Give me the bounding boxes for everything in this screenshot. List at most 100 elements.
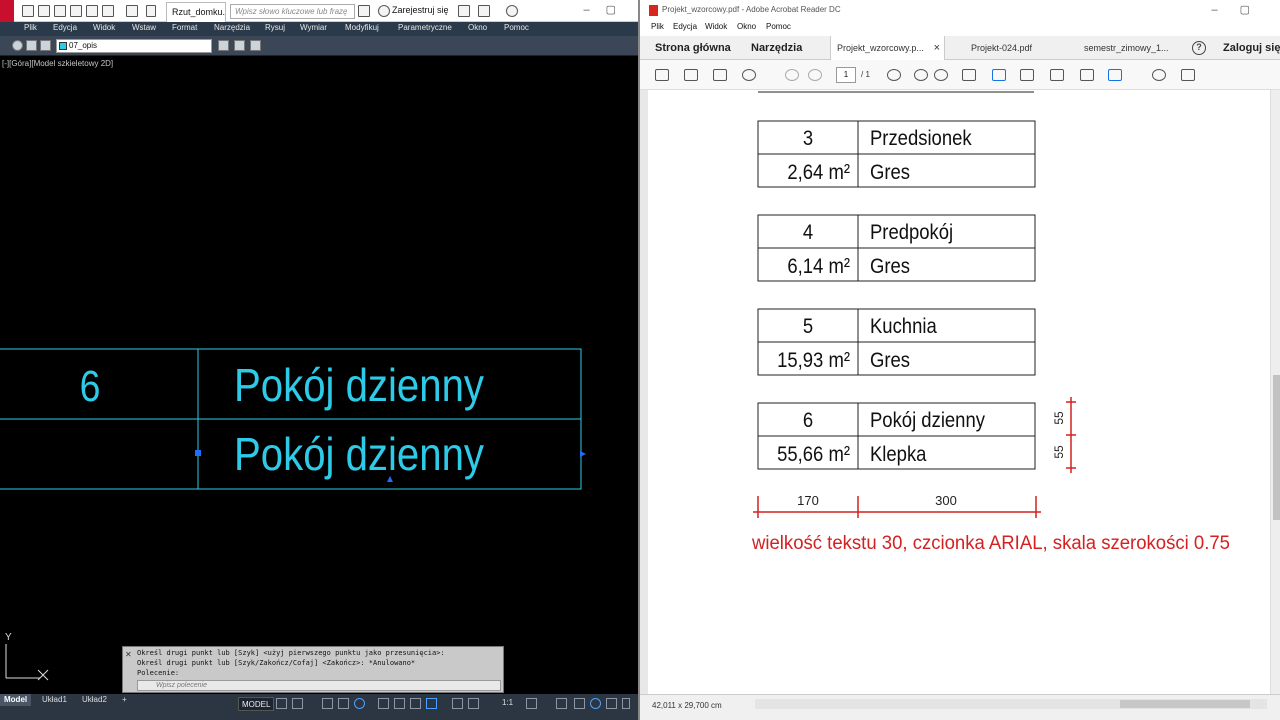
close-icon[interactable]: ✕ xyxy=(125,650,132,659)
horizontal-scrollbar[interactable] xyxy=(755,699,1267,709)
menu-okno[interactable]: Okno xyxy=(737,22,756,31)
layer-properties-icon[interactable] xyxy=(218,40,229,51)
cad-room-name[interactable]: Pokój dzienny xyxy=(234,359,484,411)
model-space-canvas[interactable]: 6 Pokój dzienny Pokój dzienny xyxy=(0,56,638,694)
customize-icon[interactable] xyxy=(622,698,630,709)
tab-tools[interactable]: Narzędzia xyxy=(751,36,802,60)
hardware-accel-icon[interactable] xyxy=(590,698,601,709)
a360-icon[interactable] xyxy=(478,5,490,17)
layer-on-icon[interactable] xyxy=(12,40,23,51)
prev-page-icon[interactable] xyxy=(785,69,799,81)
next-page-icon[interactable] xyxy=(808,69,822,81)
tab-document-3[interactable]: semestr_zimowy_1... xyxy=(1084,36,1169,60)
scroll-mode-icon[interactable] xyxy=(1020,69,1034,81)
open-file-icon[interactable] xyxy=(38,5,50,17)
search-icon[interactable] xyxy=(742,69,756,81)
vertical-scrollbar[interactable] xyxy=(1270,90,1280,694)
help-icon[interactable] xyxy=(506,5,518,17)
menu-wstaw[interactable]: Wstaw xyxy=(132,23,156,32)
menu-widok[interactable]: Widok xyxy=(705,22,727,31)
grip-left[interactable] xyxy=(195,450,201,456)
print-icon[interactable] xyxy=(86,5,98,17)
menu-parametryczne[interactable]: Parametryczne xyxy=(398,23,452,32)
annotation-scale[interactable]: 1:1 xyxy=(498,697,517,709)
layer-make-current-icon[interactable] xyxy=(234,40,245,51)
signin-link[interactable]: Zaloguj się xyxy=(1223,36,1280,60)
dynamic-ucs-icon[interactable] xyxy=(394,698,405,709)
document-tab[interactable]: Rzut_domku... xyxy=(166,2,226,22)
cart-icon[interactable] xyxy=(458,5,470,17)
redo-icon[interactable] xyxy=(126,5,138,17)
menu-widok[interactable]: Widok xyxy=(93,23,115,32)
dynamic-input-icon[interactable] xyxy=(410,698,421,709)
layer-previous-icon[interactable] xyxy=(250,40,261,51)
menu-plik[interactable]: Plik xyxy=(24,23,37,32)
annotation-visibility-icon[interactable] xyxy=(452,698,463,709)
zoom-icon[interactable] xyxy=(887,69,901,81)
save-icon[interactable] xyxy=(54,5,66,17)
menu-narzedzia[interactable]: Narzędzia xyxy=(214,23,250,32)
qat-dropdown-icon[interactable] xyxy=(146,5,156,17)
layer-freeze-icon[interactable] xyxy=(26,40,37,51)
tab-document-active[interactable]: Projekt_wzorcowy.p... × xyxy=(830,36,945,60)
menu-plik[interactable]: Plik xyxy=(651,22,664,31)
snap-icon[interactable] xyxy=(292,698,303,709)
autocad-logo-icon[interactable] xyxy=(0,0,14,22)
rotate-left-icon[interactable] xyxy=(914,69,928,81)
workspace-gear-icon[interactable] xyxy=(526,698,537,709)
read-mode-icon[interactable] xyxy=(1080,69,1094,81)
close-tab-icon[interactable]: × xyxy=(934,36,940,60)
clean-screen-icon[interactable] xyxy=(606,698,617,709)
signin-link[interactable]: Zarejestruj się xyxy=(392,5,449,15)
menu-okno[interactable]: Okno xyxy=(468,23,487,32)
layer-select[interactable]: 07_opis xyxy=(56,39,212,53)
window-controls[interactable]: –▢ xyxy=(583,3,632,16)
page-number-input[interactable]: 1 xyxy=(836,67,856,83)
tab-home[interactable]: Strona główna xyxy=(655,36,731,60)
menu-modyfikuj[interactable]: Modyfikuj xyxy=(345,23,379,32)
model-space-button[interactable]: MODEL xyxy=(238,697,275,711)
isolate-icon[interactable] xyxy=(574,698,585,709)
window-controls[interactable]: –▢ xyxy=(1211,3,1272,16)
scrollbar-thumb[interactable] xyxy=(1273,375,1280,520)
tab-document-2[interactable]: Projekt-024.pdf xyxy=(971,36,1032,60)
tab-model[interactable]: Model xyxy=(0,694,32,706)
plus-icon[interactable] xyxy=(556,698,567,709)
add-layout-button[interactable]: + xyxy=(118,694,131,706)
rotate-right-icon[interactable] xyxy=(934,69,948,81)
email-icon[interactable] xyxy=(713,69,727,81)
menu-edycja[interactable]: Edycja xyxy=(673,22,697,31)
help-icon[interactable]: ? xyxy=(1192,41,1206,55)
save-as-icon[interactable] xyxy=(70,5,82,17)
osnap-icon[interactable] xyxy=(354,698,365,709)
lineweight-icon[interactable] xyxy=(426,698,437,709)
menu-edycja[interactable]: Edycja xyxy=(53,23,77,32)
search-input[interactable]: Wpisz słowo kluczowe lub frazę xyxy=(230,4,355,19)
tab-layout2[interactable]: Układ2 xyxy=(78,694,111,706)
print-icon[interactable] xyxy=(684,69,698,81)
two-page-icon[interactable] xyxy=(1050,69,1064,81)
horizontal-scrollbar-thumb[interactable] xyxy=(1120,700,1250,708)
menu-pomoc[interactable]: Pomoc xyxy=(504,23,529,32)
command-input[interactable]: Wpisz polecenie xyxy=(137,680,501,691)
auto-scale-icon[interactable] xyxy=(468,698,479,709)
binoculars-icon[interactable] xyxy=(358,5,370,17)
menu-wymiar[interactable]: Wymiar xyxy=(300,23,327,32)
menu-pomoc[interactable]: Pomoc xyxy=(766,22,791,31)
comment-icon[interactable] xyxy=(1152,69,1166,81)
otrack-icon[interactable] xyxy=(378,698,389,709)
ortho-icon[interactable] xyxy=(322,698,333,709)
menu-format[interactable]: Format xyxy=(172,23,197,32)
cad-room-name-copy[interactable]: Pokój dzienny xyxy=(234,428,484,480)
fit-page-icon[interactable] xyxy=(962,69,976,81)
menu-rysuj[interactable]: Rysuj xyxy=(265,23,285,32)
layer-lock-icon[interactable] xyxy=(40,40,51,51)
polar-icon[interactable] xyxy=(338,698,349,709)
grid-icon[interactable] xyxy=(276,698,287,709)
undo-icon[interactable] xyxy=(102,5,114,17)
tab-layout1[interactable]: Układ1 xyxy=(38,694,71,706)
cad-room-number[interactable]: 6 xyxy=(80,361,101,411)
new-file-icon[interactable] xyxy=(22,5,34,17)
save-icon[interactable] xyxy=(655,69,669,81)
grip-right-arrow[interactable] xyxy=(580,451,586,457)
